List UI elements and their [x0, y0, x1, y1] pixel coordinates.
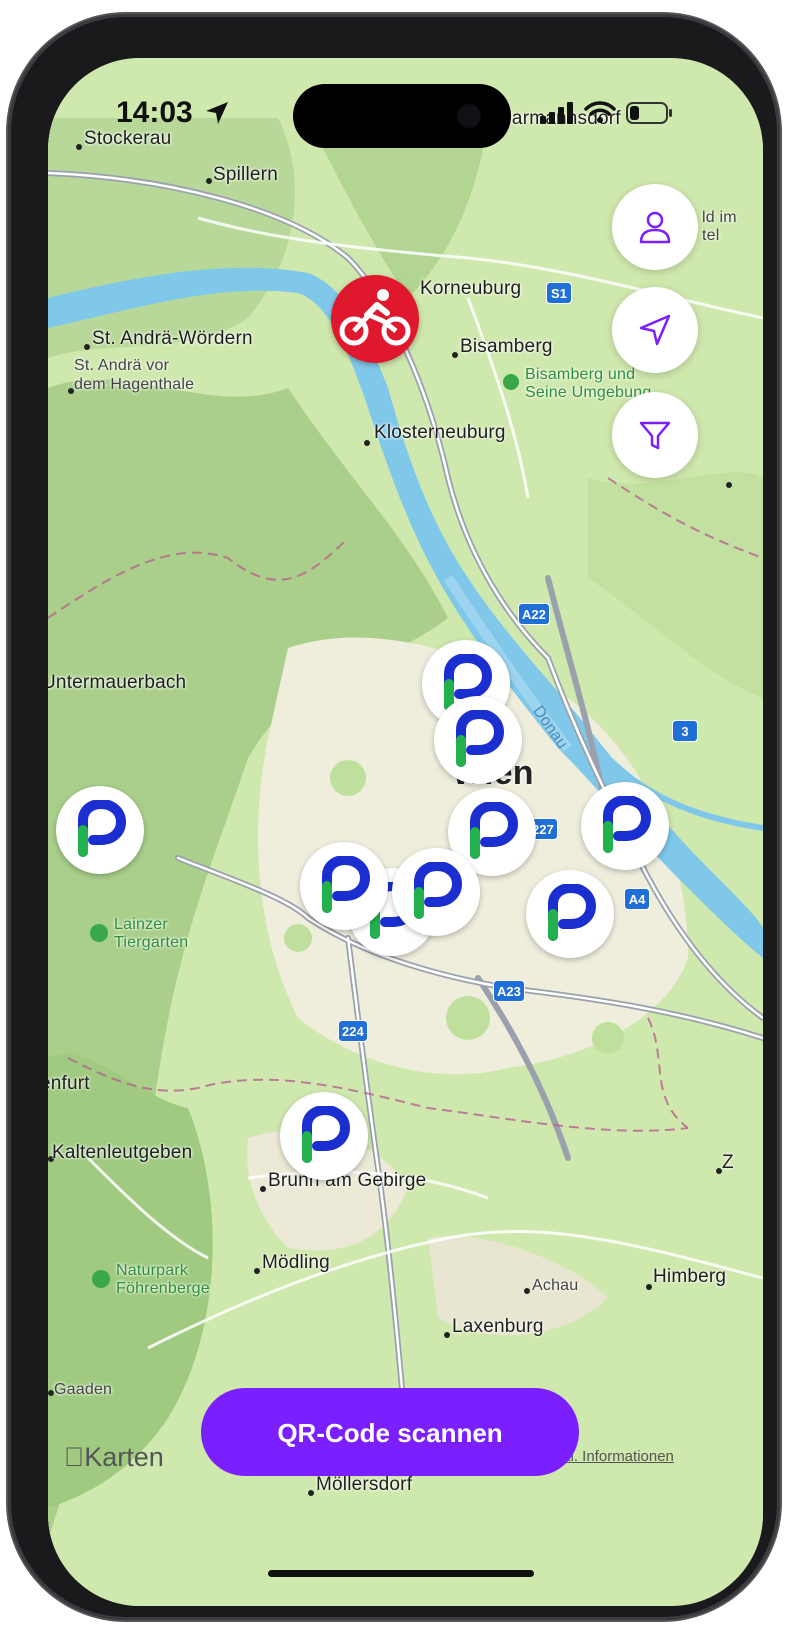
place-label-naturpark-1: Naturpark	[116, 1262, 189, 1279]
place-label-himberg: Himberg	[653, 1266, 727, 1287]
place-dot	[726, 482, 732, 488]
place-dot	[254, 1268, 260, 1274]
parking-station-pin[interactable]	[300, 842, 388, 930]
place-dot	[206, 178, 212, 184]
profile-button[interactable]	[612, 184, 698, 270]
person-icon	[639, 211, 671, 244]
filter-icon	[639, 421, 671, 450]
parking-station-pin[interactable]	[581, 782, 669, 870]
place-label-naturpark-2: Föhrenberge	[116, 1280, 210, 1297]
road-shield-a22: A22	[518, 603, 550, 625]
road-shield-3: 3	[672, 720, 698, 742]
camera-icon	[457, 104, 481, 128]
place-dot	[444, 1332, 450, 1338]
place-label-moedling: Mödling	[262, 1252, 330, 1273]
place-label-z: Z	[722, 1152, 734, 1173]
place-label-ld-im: ld im	[702, 209, 737, 226]
apple-logo-icon: 	[64, 1442, 84, 1472]
place-label-bisamberg: Bisamberg	[460, 336, 553, 357]
road-shield-s1: S1	[546, 282, 572, 304]
place-label-dem-hagenthale: dem Hagenthale	[74, 376, 195, 393]
status-time: 14:03	[116, 96, 193, 129]
place-dot	[646, 1284, 652, 1290]
status-bar: 14:03	[48, 58, 763, 148]
maps-attribution: Karten	[64, 1442, 164, 1473]
place-label-klosterneuburg: Klosterneuburg	[374, 422, 506, 443]
place-dot	[452, 352, 458, 358]
park-icon	[92, 1270, 110, 1288]
place-label-st-andrae-vor: St. Andrä vor	[74, 357, 170, 374]
parking-station-pin[interactable]	[526, 870, 614, 958]
attribution-text: Karten	[64, 1442, 164, 1472]
place-label-lainzer-1: Lainzer	[114, 916, 168, 933]
parking-station-pin[interactable]	[280, 1092, 368, 1180]
place-label-spillern: Spillern	[213, 164, 278, 185]
battery-icon	[626, 102, 672, 124]
place-dot	[260, 1186, 266, 1192]
place-label-tel: tel	[702, 227, 720, 244]
place-dot	[308, 1490, 314, 1496]
parking-station-pin[interactable]	[392, 848, 480, 936]
place-label-enfurt: enfurt	[48, 1073, 90, 1094]
place-label-st-andrae-woerdern: St. Andrä-Wördern	[92, 328, 253, 349]
phone-frame: Stockerau Spillern Harmannsdorf Korneubu…	[8, 14, 780, 1620]
cellular-signal-icon	[540, 102, 573, 124]
bike-location-marker[interactable]	[331, 275, 419, 363]
bicycle-icon	[339, 289, 411, 346]
road-shield-a23: A23	[493, 980, 525, 1002]
road-shield-a4: A4	[624, 888, 650, 910]
dynamic-island	[293, 84, 511, 148]
place-label-untermauerbach: Untermauerbach	[48, 672, 187, 693]
legal-info-link[interactable]: htl. Informationen	[558, 1448, 674, 1465]
wifi-icon	[584, 101, 616, 123]
place-label-achau: Achau	[532, 1277, 579, 1294]
place-label-lainzer-2: Tiergarten	[114, 934, 189, 951]
place-label-laxenburg: Laxenburg	[452, 1316, 544, 1337]
scan-qr-button[interactable]: QR-Code scannen	[201, 1388, 579, 1476]
filter-button[interactable]	[612, 392, 698, 478]
place-dot	[364, 440, 370, 446]
place-dot	[524, 1288, 530, 1294]
place-label-gaaden: Gaaden	[54, 1381, 113, 1398]
place-label-bisamberg-park-1: Bisamberg und	[525, 366, 636, 383]
screen: Stockerau Spillern Harmannsdorf Korneubu…	[48, 58, 763, 1606]
place-label-korneuburg: Korneuburg	[420, 278, 522, 299]
place-label-moellersdorf: Möllersdorf	[316, 1474, 413, 1495]
road-shield-224: 224	[338, 1020, 368, 1042]
place-label-kaltenleutgeben: Kaltenleutgeben	[52, 1142, 193, 1163]
parking-station-pin[interactable]	[56, 786, 144, 874]
home-indicator[interactable]	[268, 1570, 534, 1577]
park-icon	[90, 924, 108, 942]
park-icon	[503, 374, 519, 390]
place-dot	[84, 344, 90, 350]
location-services-icon	[206, 102, 228, 124]
locate-me-button[interactable]	[612, 287, 698, 373]
location-arrow-icon	[639, 314, 671, 346]
parking-station-pin[interactable]	[434, 696, 522, 784]
